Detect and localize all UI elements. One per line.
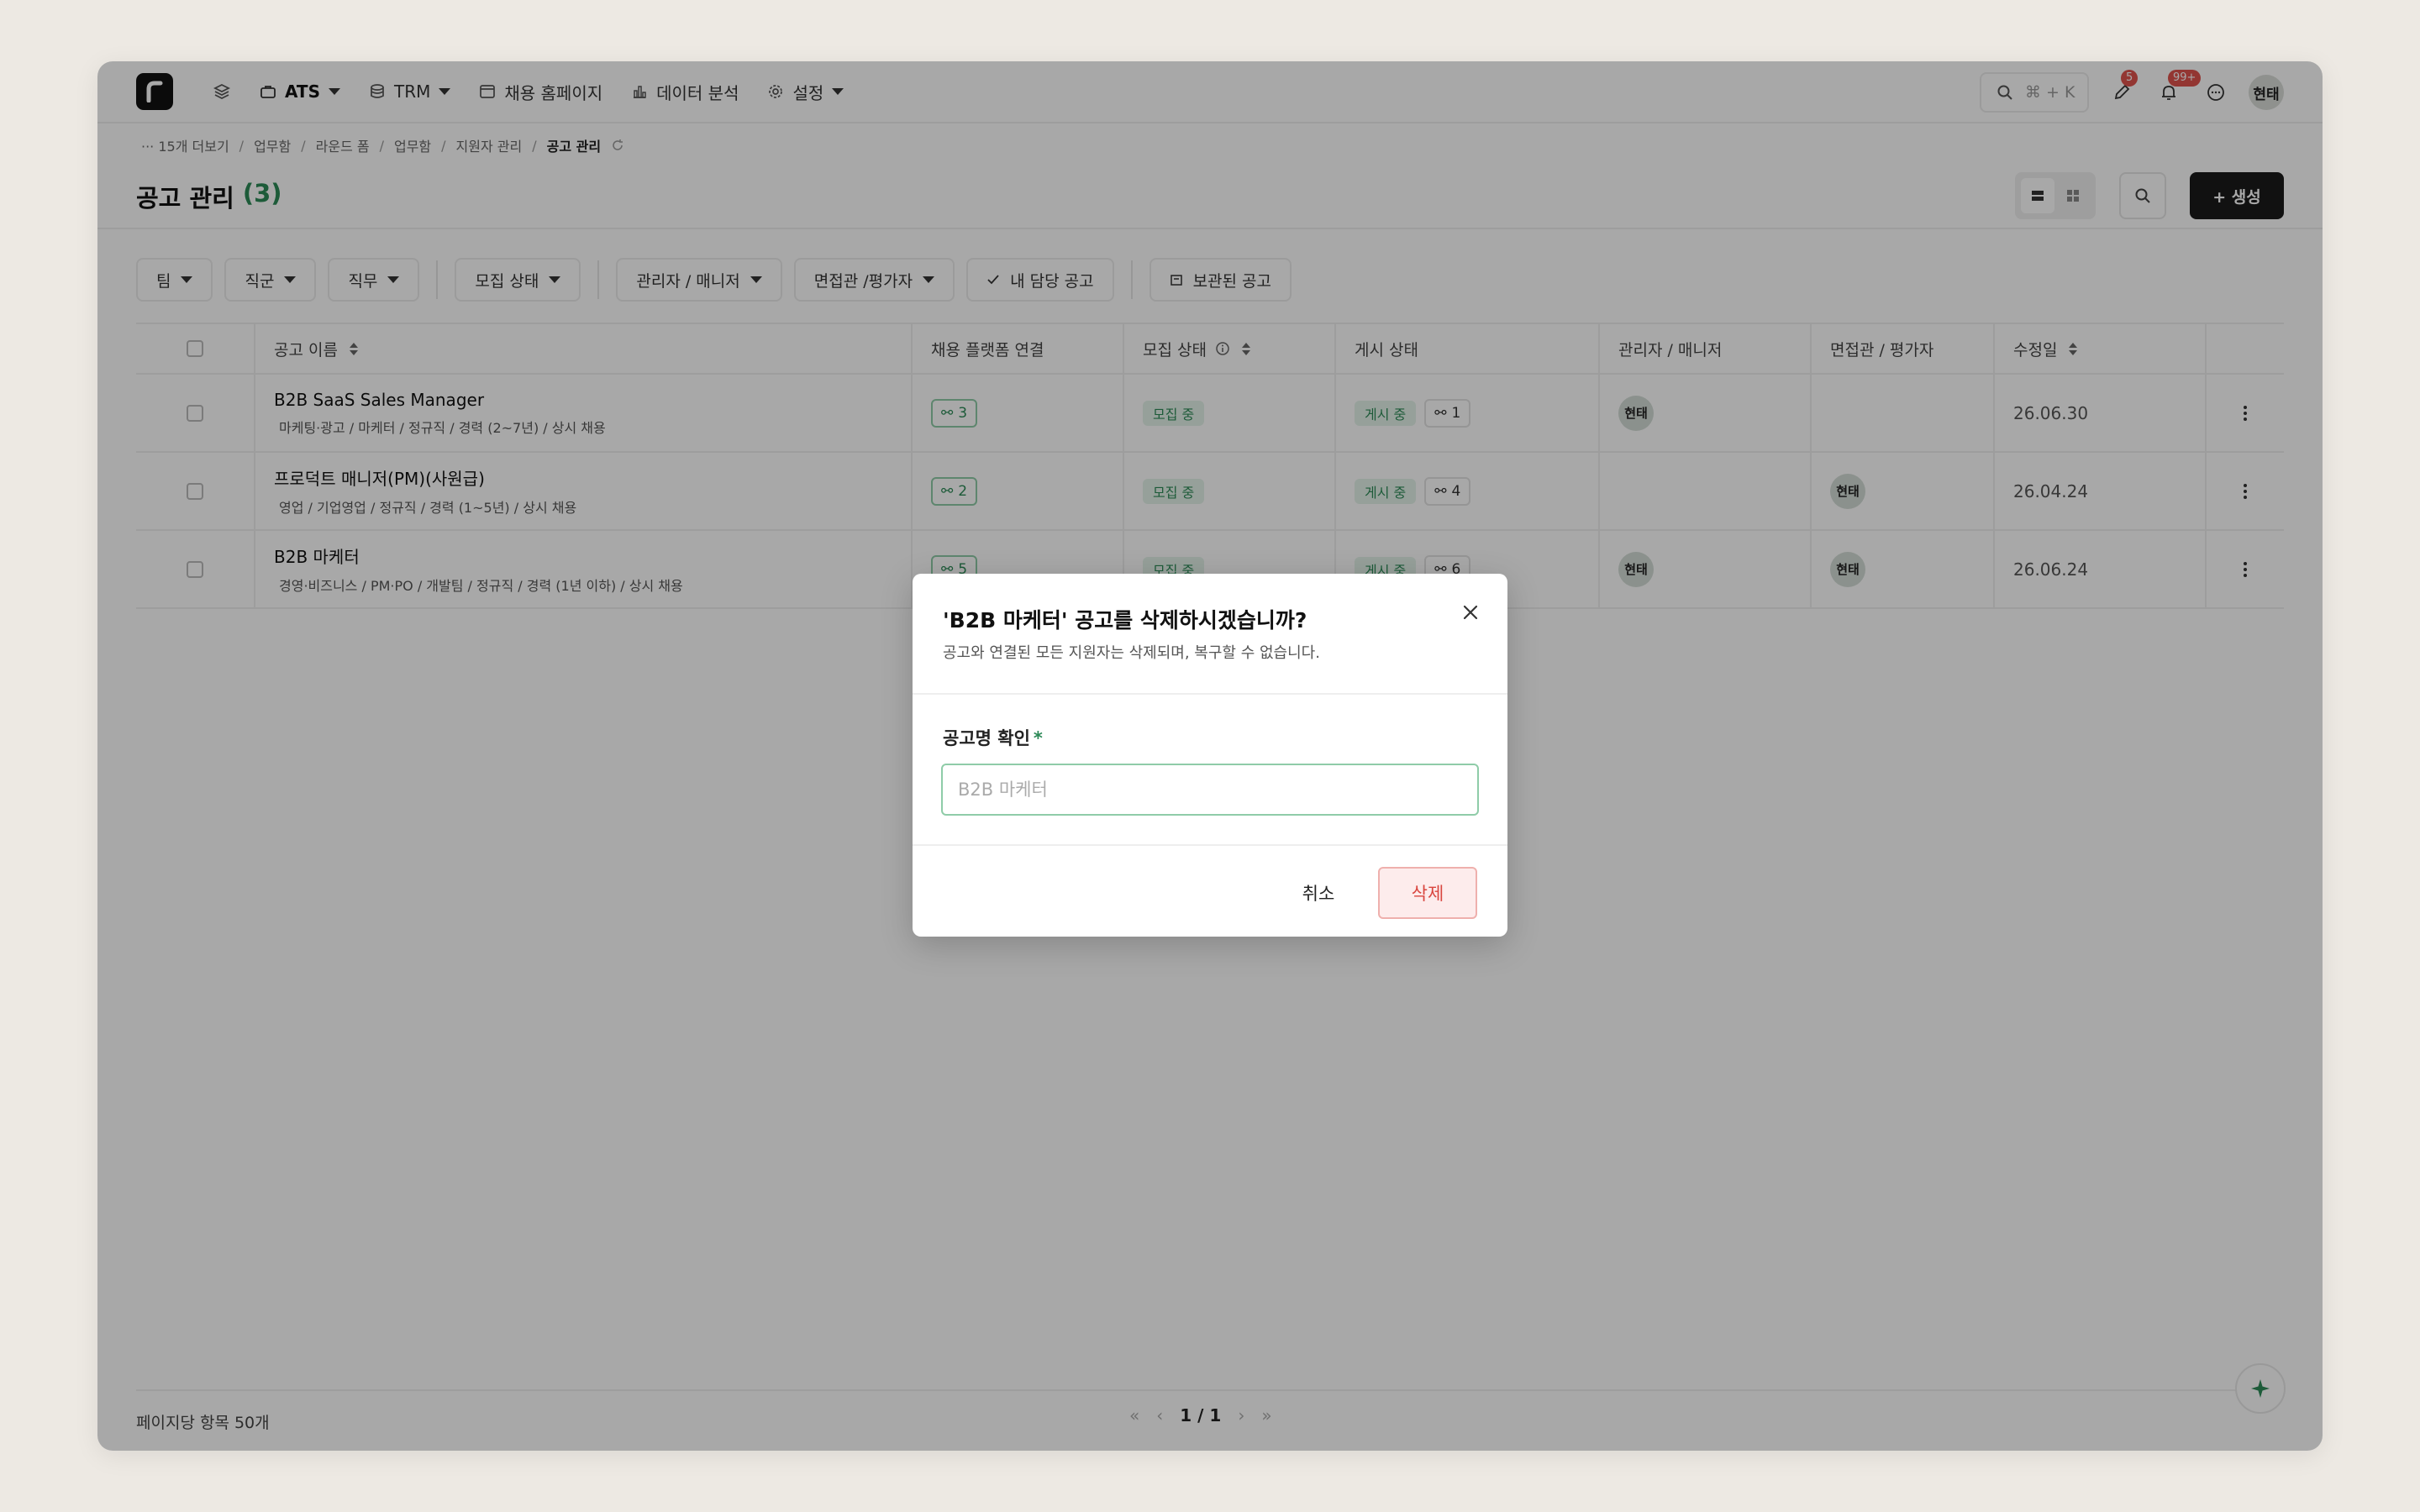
delete-confirm-dialog: 'B2B 마케터' 공고를 삭제하시겠습니까? 공고와 연결된 모든 지원자는 … <box>913 574 1507 937</box>
dialog-description: 공고와 연결된 모든 지원자는 삭제되며, 복구할 수 없습니다. <box>943 644 1320 662</box>
required-mark: * <box>1033 728 1043 748</box>
dialog-title: 'B2B 마케터' 공고를 삭제하시겠습니까? <box>943 608 1307 633</box>
cancel-button[interactable]: 취소 <box>1282 868 1355 918</box>
delete-button[interactable]: 삭제 <box>1378 867 1477 919</box>
close-icon[interactable] <box>1457 599 1484 626</box>
confirm-field-label: 공고명 확인 * <box>943 728 1043 748</box>
confirm-name-input[interactable] <box>941 764 1479 816</box>
